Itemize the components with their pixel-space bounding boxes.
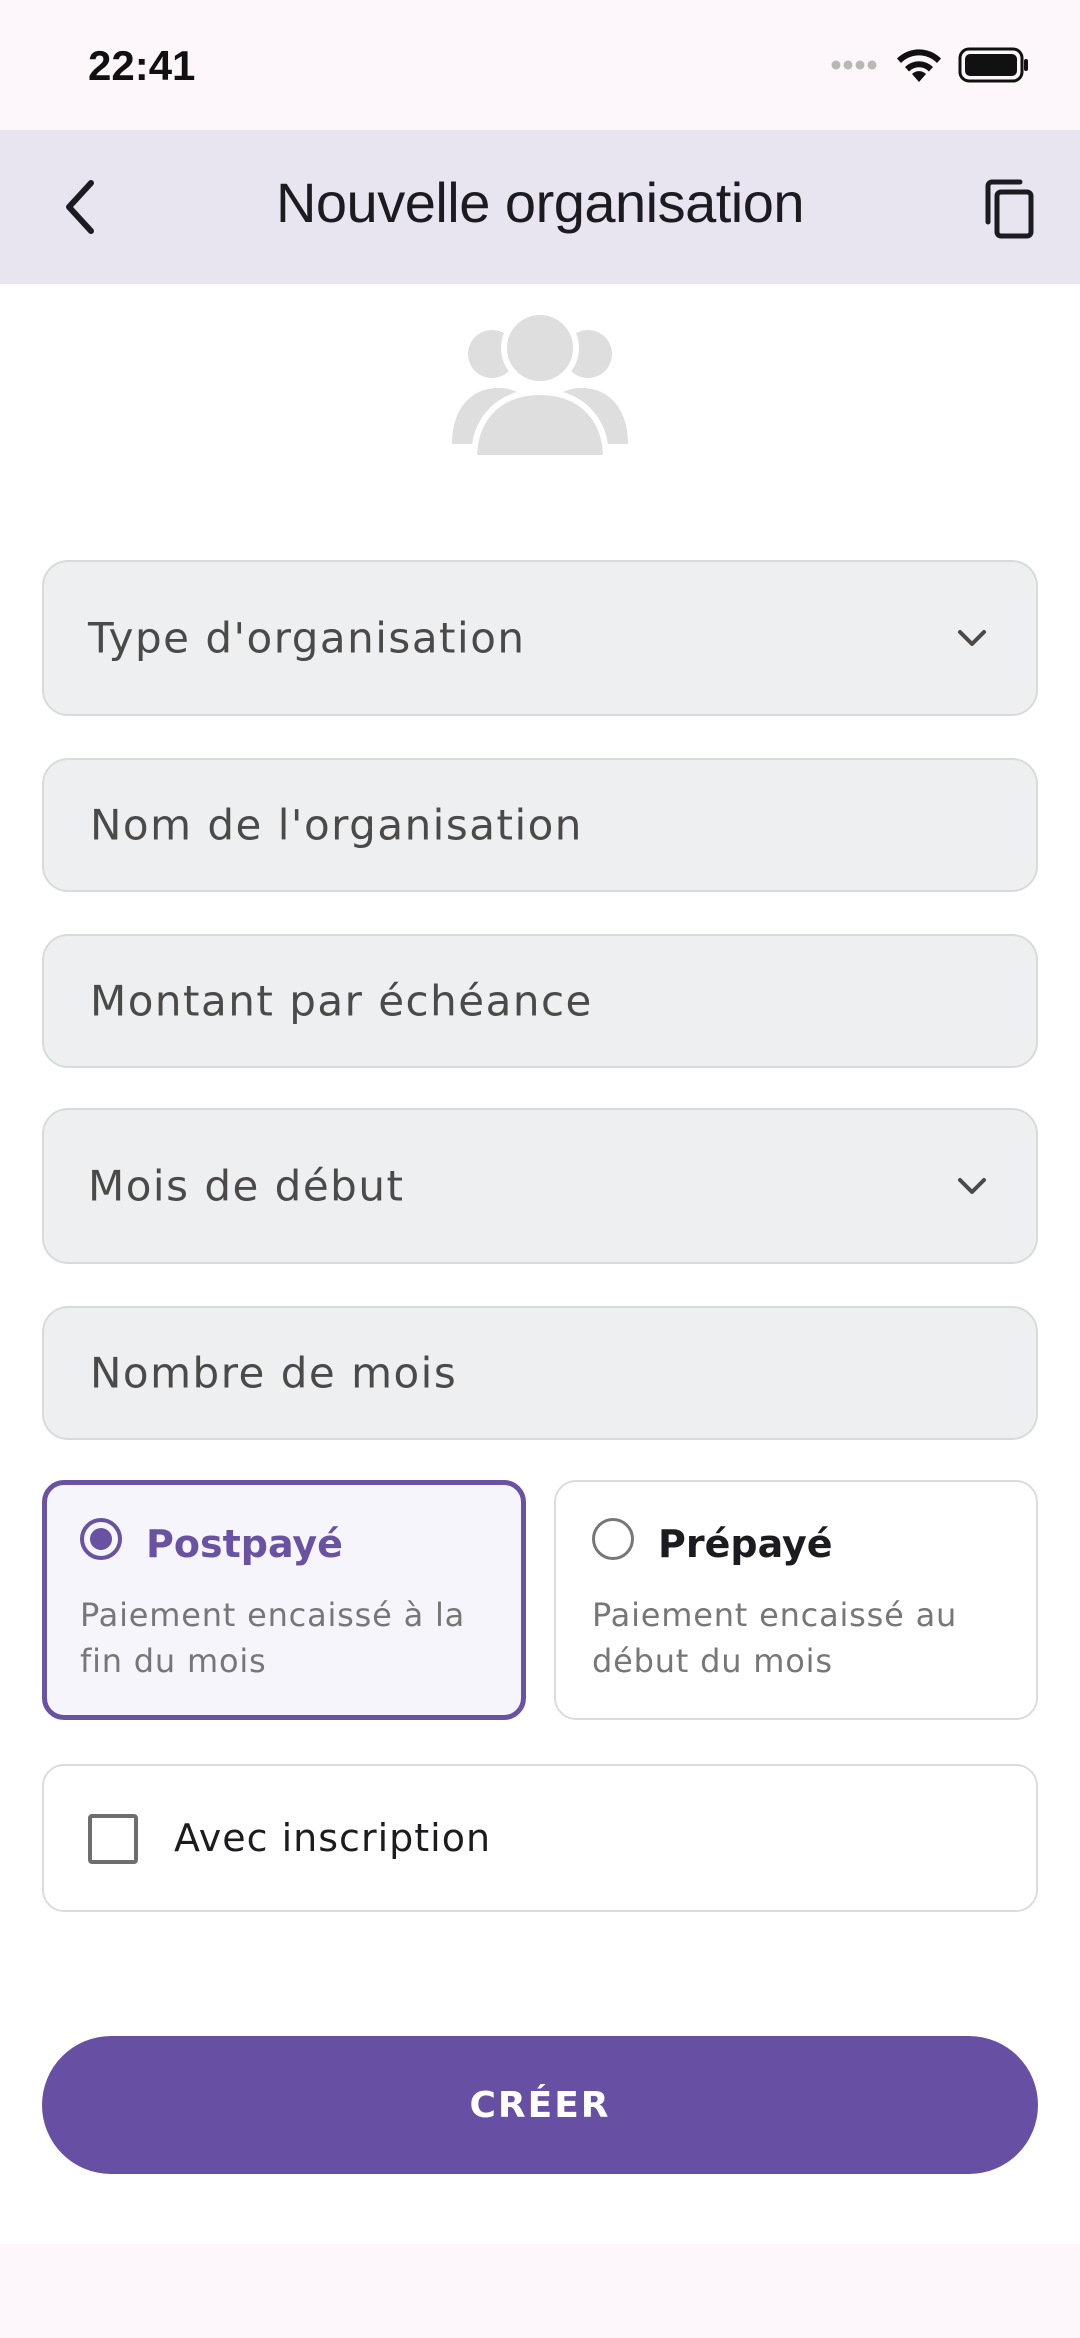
start-month-select[interactable]: Mois de début xyxy=(42,1108,1038,1264)
form-content: Type d'organisation Nom de l'organisatio… xyxy=(0,284,1080,2244)
create-button[interactable]: CRÉER xyxy=(42,2036,1038,2174)
signal-icon xyxy=(831,60,877,70)
chevron-down-icon xyxy=(958,1178,986,1194)
status-icons xyxy=(830,46,1030,84)
back-button[interactable] xyxy=(46,172,116,242)
registration-option[interactable]: Avec inscription xyxy=(42,1764,1038,1912)
org-name-placeholder: Nom de l'organisation xyxy=(90,800,583,850)
start-month-placeholder: Mois de début xyxy=(88,1161,405,1211)
registration-checkbox[interactable] xyxy=(88,1814,138,1864)
app-bar: Nouvelle organisation xyxy=(0,130,1080,284)
plan-title-postpaid: Postpayé xyxy=(146,1522,343,1566)
org-name-field[interactable]: Nom de l'organisation xyxy=(42,758,1038,892)
plan-desc-prepaid: Paiement encaissé au début du mois xyxy=(592,1596,958,1680)
battery-icon xyxy=(958,47,1028,83)
group-avatar-icon xyxy=(452,309,628,458)
copy-button[interactable] xyxy=(970,170,1046,246)
registration-label: Avec inscription xyxy=(174,1816,492,1860)
radio-prepaid[interactable] xyxy=(592,1518,634,1560)
chevron-left-icon xyxy=(66,180,94,234)
plan-card-postpaid[interactable]: Postpayé Paiement encaissé à la fin du m… xyxy=(42,1480,526,1720)
status-time: 22:41 xyxy=(88,42,196,89)
org-type-placeholder: Type d'organisation xyxy=(88,613,526,663)
org-type-select[interactable]: Type d'organisation xyxy=(42,560,1038,716)
radio-postpaid[interactable] xyxy=(80,1518,122,1560)
amount-placeholder: Montant par échéance xyxy=(90,976,593,1026)
months-count-field[interactable]: Nombre de mois xyxy=(42,1306,1038,1440)
amount-field[interactable]: Montant par échéance xyxy=(42,934,1038,1068)
status-bar: 22:41 xyxy=(0,0,1080,130)
months-count-placeholder: Nombre de mois xyxy=(90,1348,458,1398)
create-button-label: CRÉER xyxy=(469,2084,611,2126)
wifi-icon xyxy=(897,49,941,82)
chevron-down-icon xyxy=(958,630,986,646)
copy-icon xyxy=(985,179,1034,239)
plan-title-prepaid: Prépayé xyxy=(658,1522,833,1566)
plan-card-prepaid[interactable]: Prépayé Paiement encaissé au début du mo… xyxy=(554,1480,1038,1720)
page-title: Nouvelle organisation xyxy=(275,171,805,234)
plan-desc-postpaid: Paiement encaissé à la fin du mois xyxy=(80,1596,466,1680)
